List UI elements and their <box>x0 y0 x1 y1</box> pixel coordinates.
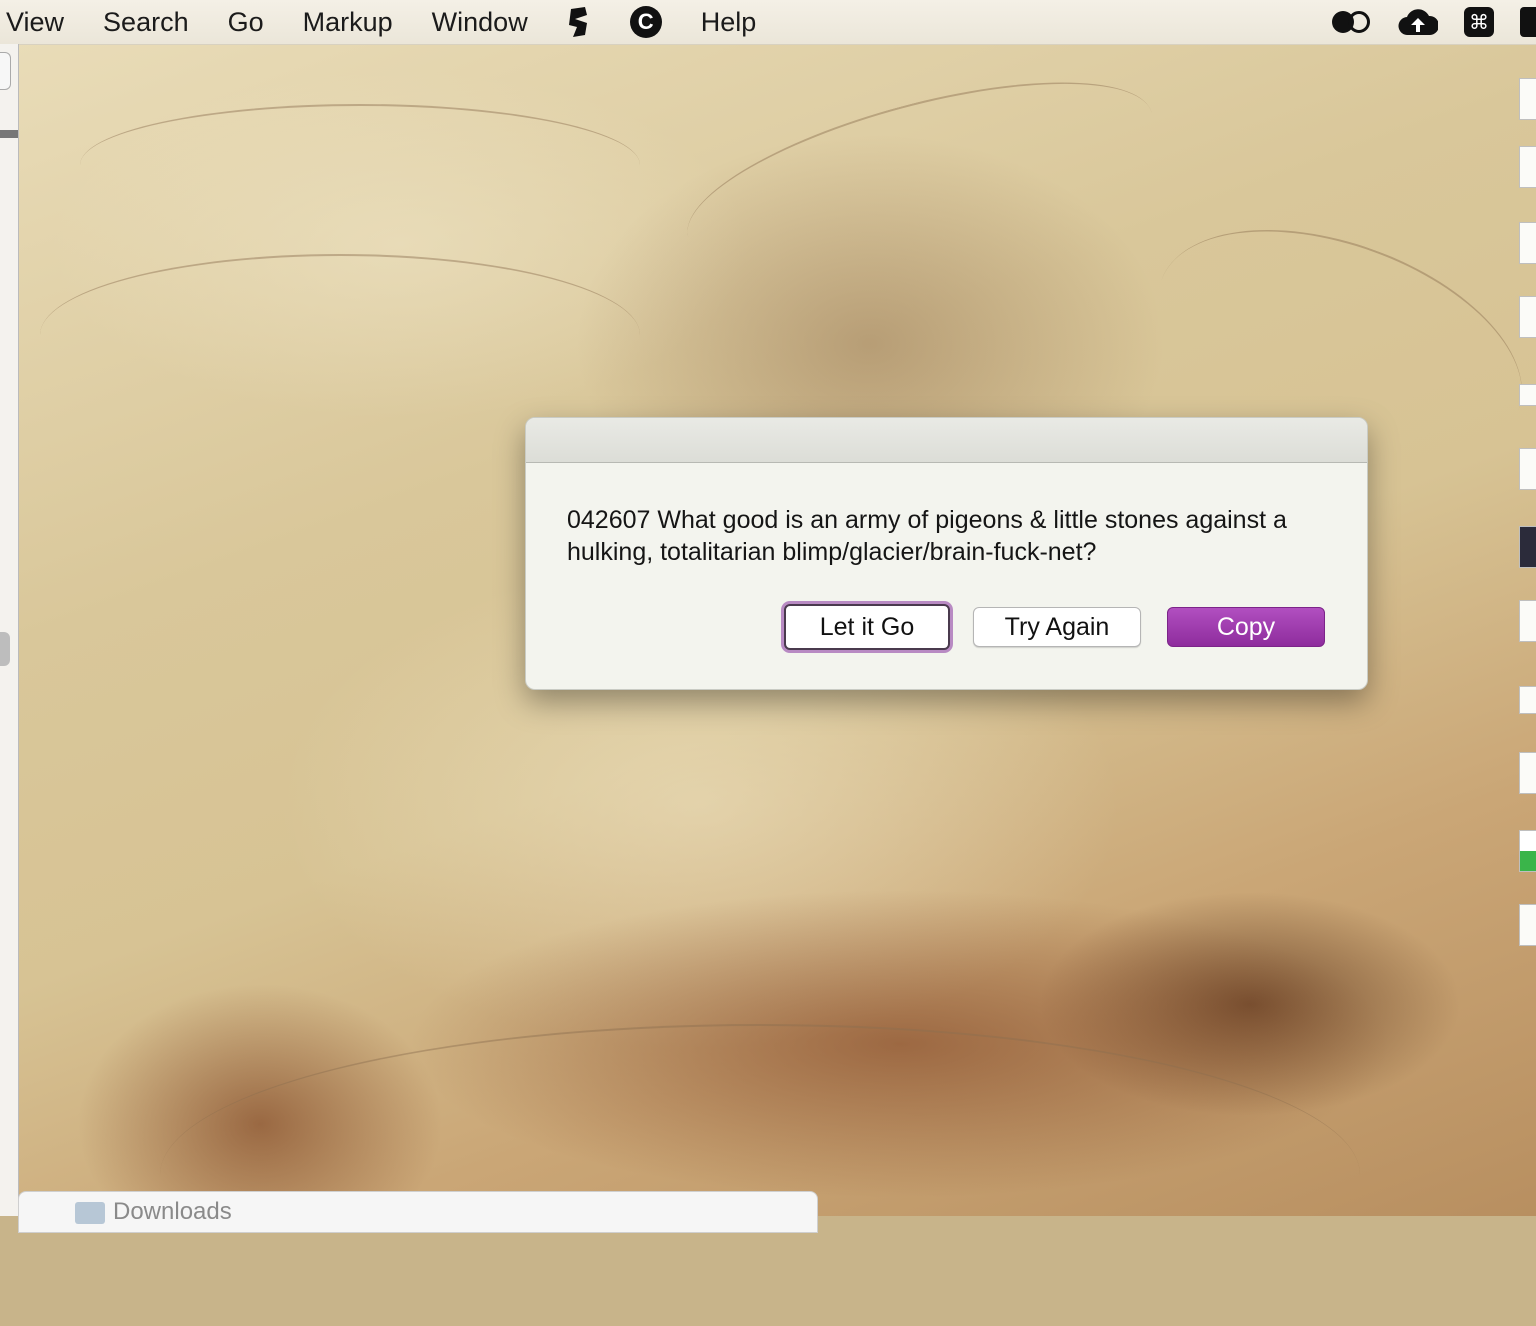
desktop-file-icon[interactable] <box>1519 686 1536 714</box>
dialog-titlebar[interactable] <box>526 418 1367 463</box>
menu-markup[interactable]: Markup <box>303 0 393 44</box>
partial-status-icon[interactable] <box>1520 7 1536 37</box>
finder-window-title: Downloads <box>113 1198 232 1225</box>
desktop-file-icon[interactable] <box>1519 146 1536 188</box>
cloud-upload-icon <box>1398 9 1438 36</box>
desktop-icon-column <box>1518 44 1536 1216</box>
command-key-icon: ⌘ <box>1464 7 1494 37</box>
cloud-upload-status-item[interactable] <box>1398 7 1438 37</box>
desktop-file-icon[interactable] <box>1519 752 1536 794</box>
menu-view[interactable]: View <box>6 0 64 44</box>
finder-window: Downloads <box>18 1191 818 1233</box>
menu-help[interactable]: Help <box>701 0 757 44</box>
status-area: ⌘ <box>1332 0 1536 44</box>
copy-button[interactable]: Copy <box>1167 607 1325 647</box>
c-icon: C <box>629 6 662 38</box>
desktop-file-icon[interactable] <box>1519 904 1536 946</box>
window-edge-divider <box>0 130 18 138</box>
left-window-edge <box>0 44 19 1216</box>
desktop-file-icon[interactable] <box>1519 448 1536 490</box>
window-edge-scroll-knob[interactable] <box>0 632 10 666</box>
alert-dialog: 042607 What good is an army of pigeons &… <box>525 417 1368 690</box>
menu-bar: View Search Go Markup Window C Help ⌘ <box>0 0 1536 45</box>
dialog-message: 042607 What good is an army of pigeons &… <box>567 506 1287 566</box>
try-again-button[interactable]: Try Again <box>973 607 1141 647</box>
toggle-icon <box>1332 11 1372 33</box>
desktop-file-icon[interactable] <box>1519 600 1536 642</box>
scroll-icon <box>568 7 587 37</box>
command-status-item[interactable]: ⌘ <box>1464 7 1494 37</box>
let-it-go-button[interactable]: Let it Go <box>784 604 950 650</box>
script-menu-icon[interactable] <box>567 5 591 39</box>
window-edge-tab[interactable] <box>0 52 11 90</box>
downloads-folder-icon <box>75 1202 105 1224</box>
desktop-file-icon[interactable] <box>1519 384 1536 406</box>
c-app-menu[interactable]: C <box>629 6 662 38</box>
desktop-file-icon[interactable] <box>1519 830 1536 872</box>
menu-go[interactable]: Go <box>228 0 264 44</box>
desktop-film-icon[interactable] <box>1519 526 1536 568</box>
toggle-status-item[interactable] <box>1332 11 1372 33</box>
menu-window[interactable]: Window <box>432 0 528 44</box>
menu-search[interactable]: Search <box>103 0 189 44</box>
desktop-file-icon[interactable] <box>1519 222 1536 264</box>
desktop-file-icon[interactable] <box>1519 78 1536 120</box>
desktop-file-icon[interactable] <box>1519 296 1536 338</box>
